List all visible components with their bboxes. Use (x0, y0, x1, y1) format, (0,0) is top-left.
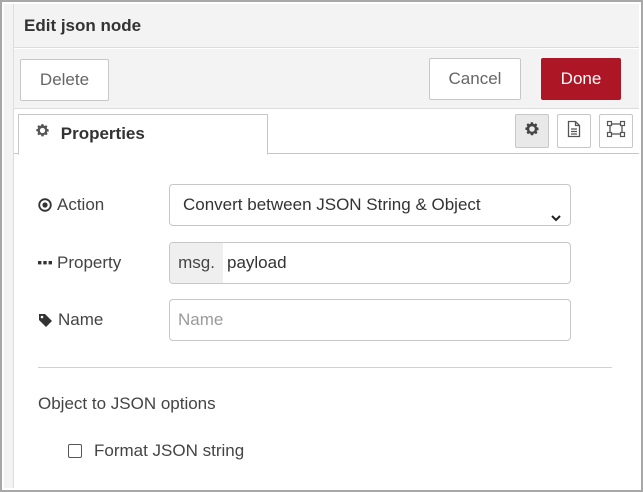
gear-icon (524, 121, 540, 142)
property-type-selector[interactable]: msg. (170, 243, 223, 283)
property-typed-input[interactable]: msg. payload (169, 242, 571, 284)
edit-tray: Edit json node Delete Cancel Done Proper… (14, 4, 639, 488)
name-input[interactable] (169, 299, 571, 341)
tab-properties[interactable]: Properties (18, 114, 268, 155)
done-button[interactable]: Done (541, 58, 621, 100)
action-label: Action (38, 184, 104, 226)
dot-circle-icon (38, 198, 52, 212)
format-json-checkbox[interactable] (68, 444, 82, 458)
format-json-label: Format JSON string (94, 441, 245, 460)
property-label-text: Property (57, 253, 122, 272)
tray-toolbar: Delete Cancel Done (14, 49, 639, 109)
options-section-title: Object to JSON options (38, 394, 216, 413)
cancel-button[interactable]: Cancel (429, 58, 521, 100)
editor-window: Edit json node Delete Cancel Done Proper… (0, 0, 643, 492)
property-label: Property (38, 242, 121, 284)
description-tab-button[interactable] (557, 114, 591, 148)
tray-title: Edit json node (14, 4, 639, 48)
appearance-tab-button[interactable] (599, 114, 633, 148)
ellipsis-icon (38, 260, 52, 266)
name-row: Name (14, 299, 639, 341)
property-row: Property msg. payload (14, 242, 639, 284)
tab-properties-label: Properties (60, 124, 145, 143)
property-value[interactable]: payload (227, 243, 570, 283)
workspace-edge (4, 4, 14, 488)
chevron-down-icon (550, 199, 562, 239)
action-row: Action Convert between JSON String & Obj… (14, 184, 639, 226)
action-select[interactable]: Convert between JSON String & Object (169, 184, 571, 226)
action-select-value: Convert between JSON String & Object (183, 195, 481, 214)
gear-icon (35, 114, 50, 152)
action-label-text: Action (57, 195, 105, 214)
node-properties-tab-button[interactable] (515, 114, 549, 148)
tabs-bar: Properties (14, 110, 639, 155)
name-label: Name (38, 299, 103, 341)
section-divider (38, 367, 612, 368)
format-json-option: Format JSON string (68, 440, 244, 462)
name-label-text: Name (58, 310, 104, 329)
tag-icon (38, 313, 53, 328)
appearance-icon (606, 120, 626, 143)
delete-button[interactable]: Delete (20, 59, 109, 101)
description-icon (566, 120, 582, 143)
